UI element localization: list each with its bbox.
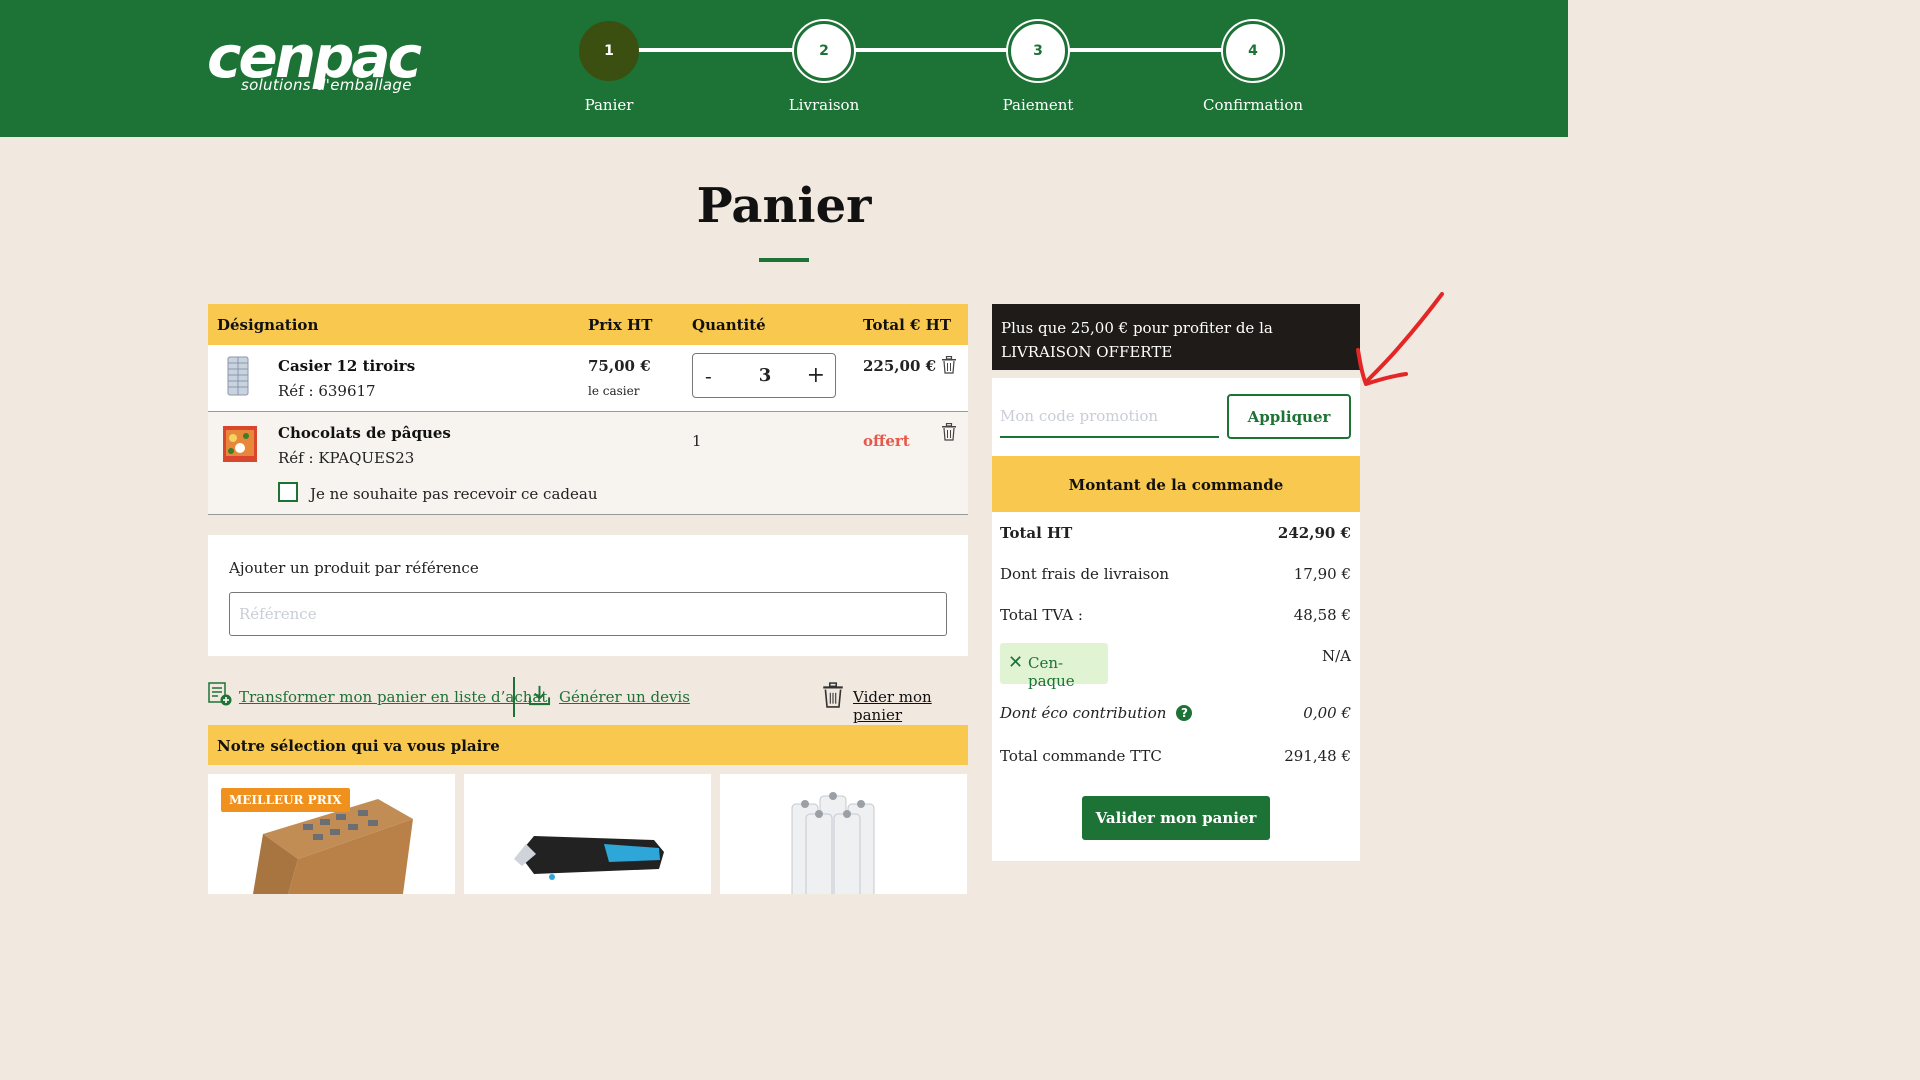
apply-promo-button[interactable]: Appliquer (1227, 394, 1351, 439)
order-amount-header: Montant de la commande (992, 456, 1360, 512)
step-1-label: Panier (584, 96, 634, 114)
shipping-value: 17,90 € (1293, 565, 1351, 583)
tva-value: 48,58 € (1293, 606, 1351, 624)
eco-contribution-label: Dont éco contribution (1000, 704, 1167, 722)
step-1-circle: 1 (579, 21, 639, 81)
step-3-circle: 3 (1008, 21, 1068, 81)
total-ht-value: 242,90 € (1277, 524, 1351, 542)
product-price: 75,00 € (588, 357, 651, 375)
title-underline (759, 258, 809, 262)
header-price: Prix HT (588, 316, 653, 334)
quantity-stepper: - 3 + (692, 353, 836, 398)
cenpac-logo[interactable]: cenpac solutions d'emballage (207, 23, 457, 100)
logo-tagline: solutions d'emballage (241, 76, 412, 94)
empty-cart-link[interactable]: Vider mon panier (853, 688, 968, 724)
trash-icon[interactable] (822, 682, 844, 708)
safety-cutter-image (514, 836, 664, 880)
order-summary-panel: Appliquer Montant de la commande Total H… (992, 378, 1360, 861)
download-icon[interactable] (528, 684, 551, 707)
total-ht-label: Total HT (1000, 524, 1073, 542)
product-unit: le casier (588, 384, 640, 398)
page-title: Panier (696, 178, 872, 234)
cart-row: Casier 12 tiroirs Réf : 639617 75,00 € l… (208, 345, 968, 412)
product-card[interactable] (720, 774, 967, 894)
decline-gift-label[interactable]: Je ne souhaite pas recevoir ce cadeau (310, 485, 597, 503)
eco-contribution-text: Dont éco contribution? (1000, 704, 1193, 722)
actions-divider (513, 677, 515, 717)
add-by-reference-label: Ajouter un produit par référence (229, 559, 479, 577)
shipping-label: Dont frais de livraison (1000, 565, 1170, 583)
cenpaque-value: N/A (1321, 647, 1351, 665)
reference-input[interactable] (229, 592, 947, 636)
trash-icon[interactable] (941, 423, 957, 441)
step-3-label: Paiement (1002, 96, 1074, 114)
selection-header: Notre sélection qui va vous plaire (208, 725, 968, 765)
stretch-film-rolls-image (791, 792, 875, 894)
step-4-circle: 4 (1223, 21, 1283, 81)
promo-code-input[interactable] (1000, 396, 1219, 438)
annotation-arrow (1356, 292, 1444, 386)
line-total: 225,00 € (863, 357, 937, 375)
total-ttc-label: Total commande TTC (1000, 747, 1162, 765)
step-connector-2 (852, 48, 1012, 52)
product-card[interactable]: MEILLEUR PRIX (208, 774, 455, 894)
product-ref: Réf : KPAQUES23 (278, 449, 415, 467)
close-icon[interactable]: ✕ (1008, 652, 1023, 673)
site-header: cenpac solutions d'emballage 1 2 3 4 Pan… (0, 0, 1568, 137)
list-add-icon[interactable] (208, 682, 232, 706)
cart-table-header: Désignation Prix HT Quantité Total € HT (208, 304, 968, 345)
product-ref: Réf : 639617 (278, 382, 376, 400)
transform-to-list-link[interactable]: Transformer mon panier en liste d’achat (239, 688, 547, 706)
cart-row: Chocolats de pâques Réf : KPAQUES23 1 of… (208, 412, 968, 515)
step-2-label: Livraison (788, 96, 860, 114)
cart-table: Désignation Prix HT Quantité Total € HT … (208, 304, 968, 515)
trash-icon[interactable] (941, 356, 957, 374)
generate-quote-link[interactable]: Générer un devis (559, 688, 690, 706)
step-connector-3 (1066, 48, 1226, 52)
header-total: Total € HT (863, 316, 952, 334)
product-name[interactable]: Casier 12 tiroirs (278, 357, 415, 375)
cenpaque-badge[interactable]: ✕ Cen-paque (1000, 643, 1108, 690)
help-icon[interactable]: ? (1176, 705, 1193, 721)
best-price-badge: MEILLEUR PRIX (221, 788, 350, 812)
eco-contribution-value: 0,00 € (1303, 704, 1351, 722)
quantity-value: 1 (692, 432, 702, 450)
quantity-increase-button[interactable]: + (807, 363, 825, 388)
add-by-reference-panel: Ajouter un produit par référence (208, 535, 968, 656)
drawer-cabinet-thumbnail[interactable] (220, 355, 256, 397)
validate-cart-button[interactable]: Valider mon panier (1082, 796, 1270, 840)
decline-gift-checkbox[interactable] (278, 482, 298, 502)
product-card[interactable] (464, 774, 711, 894)
header-designation: Désignation (217, 316, 319, 334)
tva-label: Total TVA : (1000, 606, 1083, 624)
product-name[interactable]: Chocolats de pâques (278, 424, 451, 442)
step-connector-1 (638, 48, 798, 52)
header-quantity: Quantité (692, 316, 766, 334)
chocolate-box-thumbnail[interactable] (220, 424, 260, 466)
step-2-circle: 2 (794, 21, 854, 81)
total-ttc-value: 291,48 € (1284, 747, 1351, 765)
cart-actions: Transformer mon panier en liste d’achat … (208, 677, 968, 724)
free-shipping-banner: Plus que 25,00 € pour profiter de la LIV… (992, 304, 1360, 370)
step-4-label: Confirmation (1202, 96, 1304, 114)
gift-status: offert (863, 432, 910, 450)
cenpaque-label: Cen-paque (1028, 654, 1075, 690)
